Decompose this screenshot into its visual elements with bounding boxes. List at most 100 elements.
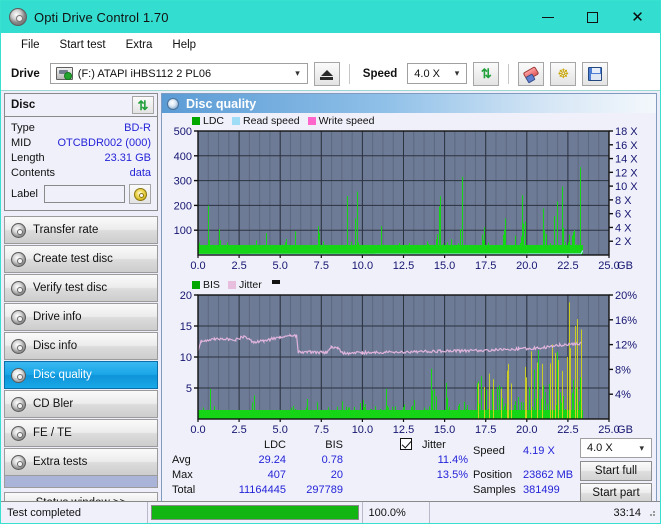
menu-help[interactable]: Help [162, 36, 206, 54]
sidebar-item-disc-quality[interactable]: Disc quality [4, 361, 158, 389]
position-stat-label: Position [473, 469, 513, 481]
svg-text:2 X: 2 X [615, 236, 632, 248]
minimize-button[interactable] [525, 1, 570, 33]
eject-icon [320, 69, 333, 76]
speed-select-value: 4.0 X [414, 67, 440, 80]
menu-file[interactable]: File [11, 36, 50, 54]
legend-label: Jitter [238, 279, 262, 291]
start-part-button[interactable]: Start part [580, 483, 652, 503]
stats-avg-ldc: 29.24 [258, 454, 286, 466]
disc-refresh-button[interactable]: ⇅ [132, 96, 154, 114]
save-button[interactable] [582, 61, 609, 86]
legend-label: BIS [203, 279, 220, 291]
maximize-button[interactable] [570, 1, 615, 33]
menubar: File Start test Extra Help [1, 33, 660, 57]
label-disc-button[interactable] [129, 184, 151, 204]
label-input[interactable] [43, 185, 125, 203]
legend-entry-write-speed: Write speed [307, 115, 375, 127]
legend-swatch [192, 281, 200, 289]
sidebar-item-drive-info[interactable]: Drive info [4, 303, 158, 331]
stats-row-label-max: Max [172, 469, 193, 481]
close-button[interactable]: ✕ [615, 1, 660, 33]
sidebar-item-transfer-rate[interactable]: Transfer rate [4, 216, 158, 244]
menu-start-test[interactable]: Start test [50, 36, 116, 54]
refresh-button[interactable]: ⇅ [473, 61, 500, 86]
tools-button[interactable]: ☸ [550, 61, 577, 86]
disc-row-label: MID [11, 137, 32, 149]
main-body: Disc ⇅ Type BD-R MID OTCBDR002 (000) Len… [1, 91, 660, 515]
panel-header: Disc quality [162, 94, 656, 113]
eject-button[interactable] [313, 61, 340, 86]
stats-total-bis: 297789 [306, 484, 343, 496]
app-icon [9, 8, 27, 26]
svg-text:15.0: 15.0 [434, 260, 455, 272]
disc-icon [11, 338, 26, 354]
svg-text:16 X: 16 X [615, 140, 638, 152]
legend-swatch [227, 281, 236, 289]
stats-avg-jitter: 11.4% [437, 454, 468, 466]
elapsed-time: 33:14 [613, 506, 641, 519]
erase-button[interactable] [518, 61, 545, 86]
svg-text:GB: GB [617, 260, 633, 272]
stats-row-label-total: Total [172, 484, 196, 496]
sidebar-item-label: Disc quality [33, 369, 92, 381]
svg-text:200: 200 [174, 200, 192, 212]
minimize-icon [541, 16, 554, 18]
stats-panel: Avg Max Total LDC BIS 29.24 407 11164445… [162, 433, 656, 505]
legend-label: Write speed [318, 115, 375, 127]
svg-text:400: 400 [174, 151, 192, 163]
save-icon [588, 66, 603, 81]
disc-row-value: 23.31 GB [104, 152, 151, 164]
svg-text:0.0: 0.0 [190, 260, 205, 272]
samples-stat-value: 381499 [523, 484, 560, 496]
svg-text:100: 100 [174, 225, 192, 237]
legend-label: LDC [203, 115, 225, 127]
svg-text:7.5: 7.5 [314, 260, 329, 272]
statusbar: Test completed 100.0% 33:14 [1, 501, 660, 523]
bis-jitter-chart: 51015204%8%12%16%20%0.0 2.5 5.0 7.5 10.0 12.5… [180, 291, 637, 436]
svg-text:5: 5 [186, 383, 192, 395]
disc-row-value: BD-R [124, 122, 151, 134]
bis-chart-legend: BIS Jitter [192, 279, 280, 291]
sidebar-item-extra-tests[interactable]: Extra tests [4, 448, 158, 476]
disc-row-label: Type [11, 122, 35, 134]
resize-grip[interactable] [647, 508, 657, 518]
window-controls: ✕ [525, 1, 660, 33]
svg-text:15: 15 [180, 321, 192, 333]
toolbar-divider [508, 63, 510, 84]
drive-select[interactable]: (F:) ATAPI iHBS112 2 PL06 ▾ [49, 63, 308, 84]
progress-bar [151, 505, 359, 520]
window-title: Opti Drive Control 1.70 [34, 9, 169, 25]
test-speed-select[interactable]: 4.0 X ▾ [580, 438, 652, 458]
app-window: Opti Drive Control 1.70 ✕ File Start tes… [0, 0, 661, 524]
drive-label: Drive [11, 67, 40, 80]
legend-entry-ldc: LDC [192, 115, 224, 127]
sidebar-item-cd-bler[interactable]: CD Bler [4, 390, 158, 418]
sidebar-item-create-test-disc[interactable]: Create test disc [4, 245, 158, 273]
sidebar-item-disc-info[interactable]: Disc info [4, 332, 158, 360]
page-title: Disc quality [186, 96, 257, 111]
disc-icon [11, 280, 26, 296]
svg-text:17.5: 17.5 [475, 260, 496, 272]
sidebar-item-fe-te[interactable]: FE / TE [4, 419, 158, 447]
legend-swatch [232, 117, 241, 125]
tools-icon: ☸ [557, 66, 570, 81]
label-field-label: Label [11, 187, 38, 200]
menu-extra[interactable]: Extra [116, 36, 163, 54]
sidebar: Disc ⇅ Type BD-R MID OTCBDR002 (000) Len… [1, 91, 161, 515]
svg-text:20%: 20% [615, 291, 637, 302]
disc-panel-header: Disc ⇅ [5, 94, 157, 117]
sidebar-item-label: CD Bler [33, 398, 74, 410]
svg-text:6 X: 6 X [615, 209, 632, 221]
jitter-checkbox[interactable] [400, 438, 412, 451]
sidebar-item-verify-test-disc[interactable]: Verify test disc [4, 274, 158, 302]
speed-select[interactable]: 4.0 X ▾ [407, 63, 468, 84]
svg-text:4%: 4% [615, 389, 631, 401]
content-area: Disc quality LDC Read speed Write speed … [161, 91, 660, 515]
disc-icon [11, 367, 26, 383]
stats-total-ldc: 11164445 [238, 484, 286, 496]
svg-text:22.5: 22.5 [557, 260, 578, 272]
maximize-icon [587, 11, 598, 23]
start-full-button[interactable]: Start full [580, 461, 652, 481]
sidebar-item-label: FE / TE [33, 427, 72, 439]
